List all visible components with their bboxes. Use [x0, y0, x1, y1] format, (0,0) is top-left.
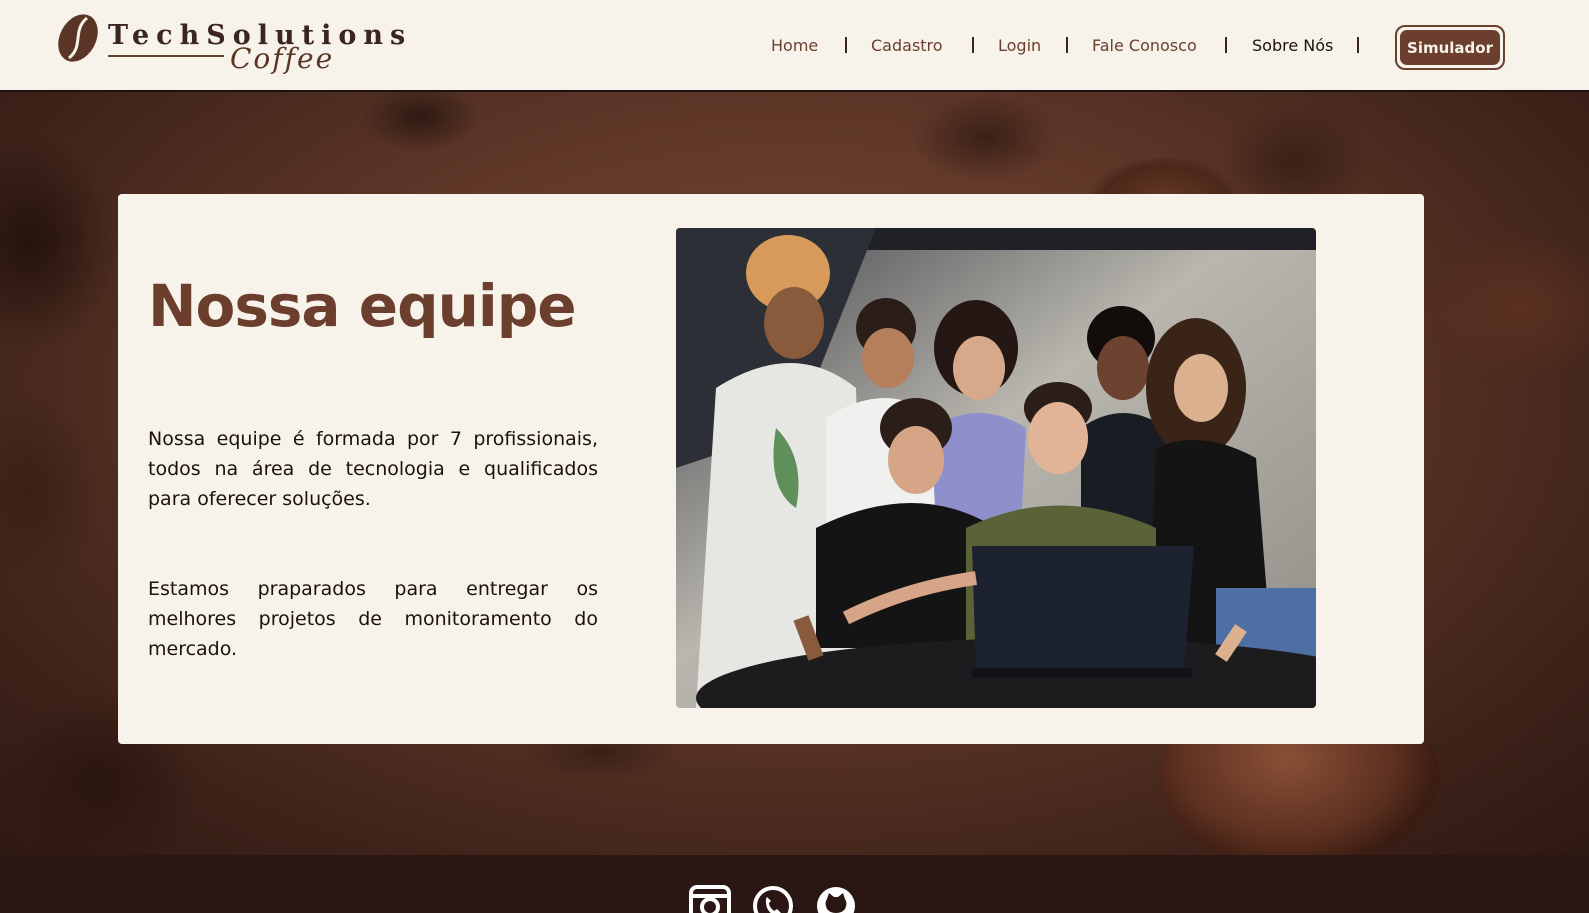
site-header: TechSolutions Coffee Home Cadastro Login… — [0, 0, 1589, 92]
nav-sobre-nos[interactable]: Sobre Nós — [1252, 36, 1333, 55]
brand-underline — [108, 55, 224, 57]
nav-separator — [1066, 37, 1068, 53]
team-description: Nossa equipe é formada por 7 profissiona… — [148, 428, 598, 510]
simulador-button-label: Simulador — [1400, 30, 1500, 65]
coffee-bean-icon — [58, 14, 98, 62]
site-footer — [0, 855, 1589, 913]
whatsapp-icon[interactable] — [752, 885, 794, 913]
nav-fale-conosco[interactable]: Fale Conosco — [1092, 36, 1197, 55]
nav-cadastro[interactable]: Cadastro — [871, 36, 943, 55]
team-card: Nossa equipe Nossa equipe é formada por … — [118, 194, 1424, 744]
github-icon[interactable] — [815, 885, 857, 913]
page-title: Nossa equipe — [148, 272, 577, 340]
nav-home[interactable]: Home — [771, 36, 818, 55]
nav-separator — [972, 37, 974, 53]
nav-separator — [845, 37, 847, 53]
brand-logo[interactable]: TechSolutions Coffee — [52, 8, 405, 82]
brand-tagline: Coffee — [230, 42, 335, 75]
nav-separator — [1357, 37, 1359, 53]
team-photo — [676, 228, 1316, 708]
simulador-button[interactable]: Simulador — [1395, 25, 1505, 70]
instagram-icon[interactable] — [689, 885, 731, 913]
team-mission: Estamos praparados para entregar os melh… — [148, 578, 598, 660]
nav-separator — [1225, 37, 1227, 53]
nav-login[interactable]: Login — [998, 36, 1041, 55]
